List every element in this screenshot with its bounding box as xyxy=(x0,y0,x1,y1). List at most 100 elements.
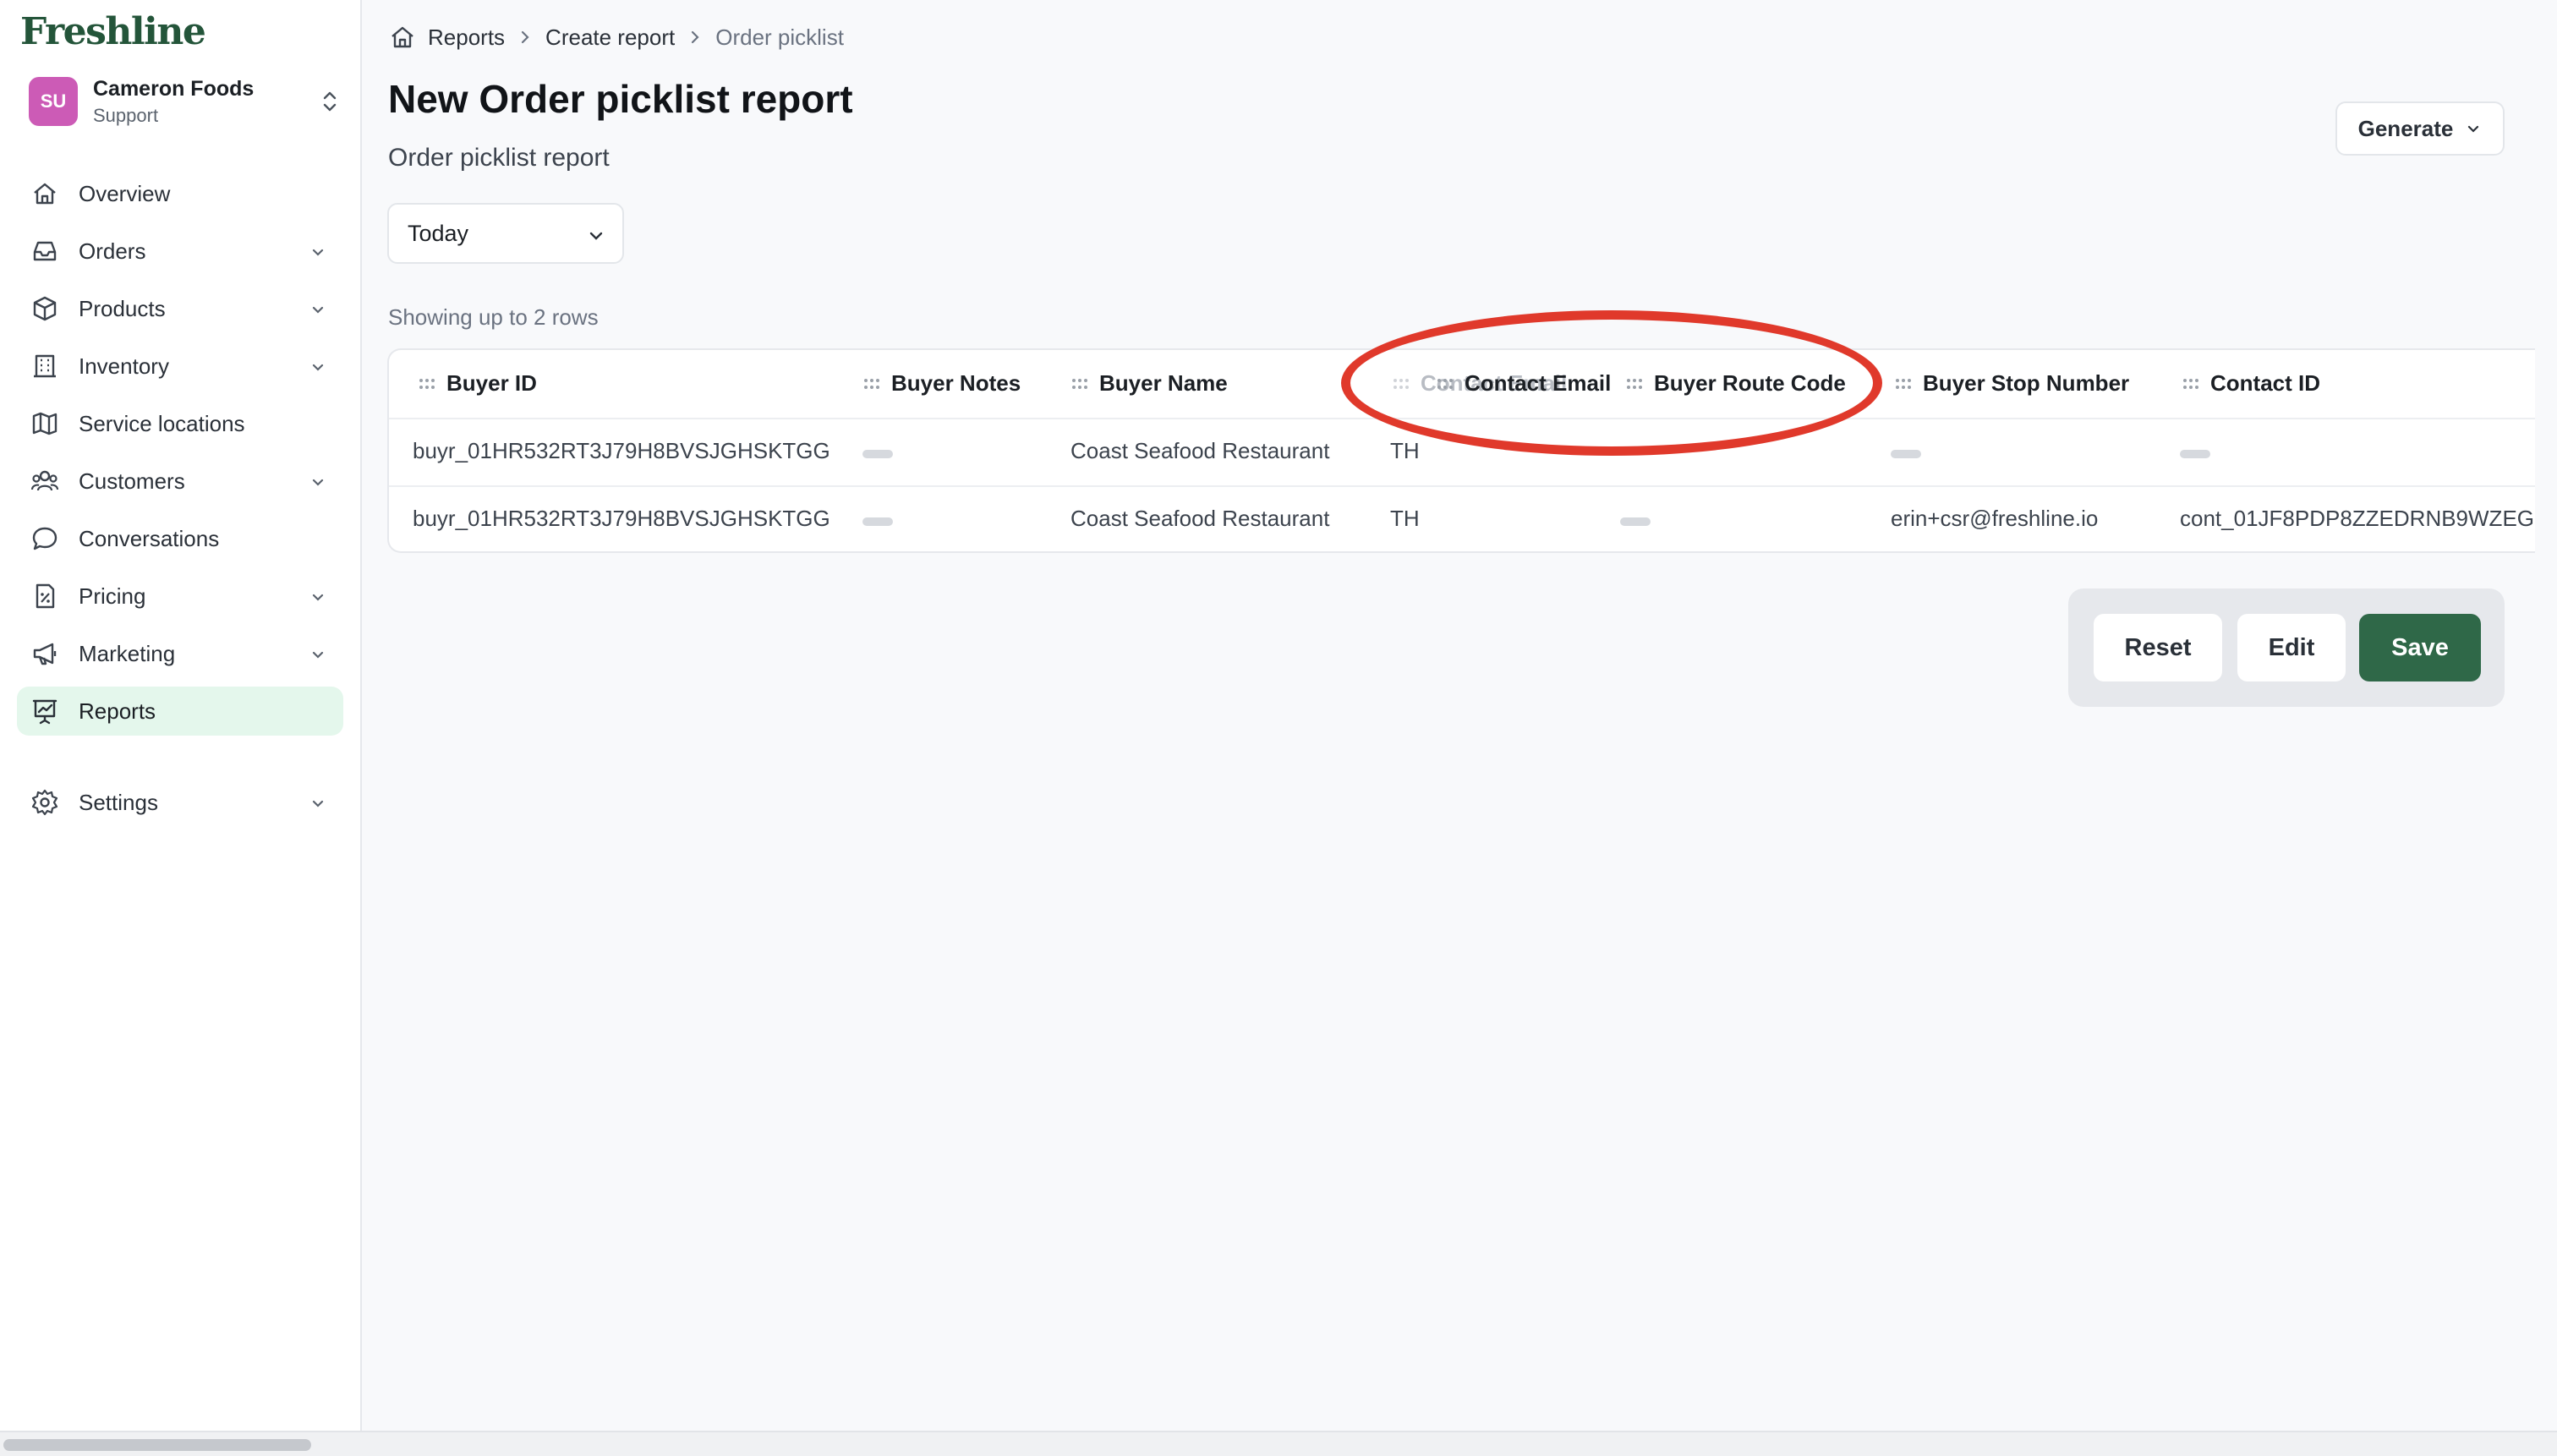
sidebar-item-label: Products xyxy=(79,295,166,321)
edit-button[interactable]: Edit xyxy=(2237,614,2346,681)
chart-icon xyxy=(32,699,57,725)
cell-route-code: TH xyxy=(1390,506,1420,531)
column-label: Buyer Notes xyxy=(891,370,1021,396)
chevron-down-icon xyxy=(312,651,324,659)
date-range-select[interactable]: Today xyxy=(387,203,624,264)
org-info: Cameron Foods Support xyxy=(93,77,254,127)
inbox-icon xyxy=(33,241,57,261)
cell-route-code: TH xyxy=(1390,438,1420,463)
sidebar: Freshline SU Cameron Foods Support Overv… xyxy=(0,0,362,1431)
chevron-down-icon xyxy=(312,249,324,256)
building-icon xyxy=(34,354,56,378)
sidebar-item-label: Orders xyxy=(79,238,146,264)
generate-label: Generate xyxy=(2357,115,2454,141)
breadcrumb-reports[interactable]: Reports xyxy=(428,25,505,51)
column-label: Buyer ID xyxy=(446,370,537,396)
chevron-down-icon xyxy=(312,479,324,486)
action-bar: Reset Edit Save xyxy=(2068,588,2505,707)
column-label: Buyer Name xyxy=(1099,370,1228,396)
save-button[interactable]: Save xyxy=(2359,614,2481,681)
column-label: Buyer Stop Number xyxy=(1923,370,2130,396)
cell-buyer-name: Coast Seafood Restaurant xyxy=(1070,506,1330,531)
sidebar-item-products[interactable]: Products xyxy=(17,284,343,333)
sidebar-item-orders[interactable]: Orders xyxy=(17,227,343,276)
page-subtitle: Order picklist report xyxy=(388,144,610,172)
sidebar-item-label: Overview xyxy=(79,180,171,206)
scrollbar-thumb[interactable] xyxy=(3,1439,311,1451)
column-label: Contact ID xyxy=(2210,370,2320,396)
sidebar-item-label: Settings xyxy=(79,789,158,815)
sidebar-item-inventory[interactable]: Inventory xyxy=(17,342,343,391)
page-title: New Order picklist report xyxy=(388,77,853,121)
sidebar-item-label: Customers xyxy=(79,468,185,494)
cell-buyer-id: buyr_01HR532RT3J79H8BVSJGHSKTGG xyxy=(413,438,830,463)
drag-handle-icon[interactable] xyxy=(1625,377,1644,391)
app-logo[interactable]: Freshline xyxy=(20,10,206,53)
reset-button[interactable]: Reset xyxy=(2094,614,2222,681)
sidebar-item-overview[interactable]: Overview xyxy=(17,169,343,218)
column-header-buyer-id[interactable]: Buyer ID xyxy=(418,370,537,397)
megaphone-icon xyxy=(33,643,57,665)
cell-buyer-name: Coast Seafood Restaurant xyxy=(1070,438,1330,463)
gear-icon xyxy=(31,789,58,816)
org-name: Cameron Foods xyxy=(93,76,255,101)
table-divider xyxy=(389,418,2535,419)
drag-handle-icon[interactable] xyxy=(1070,377,1089,391)
chevron-down-icon xyxy=(312,306,324,314)
column-header-buyer-stop-number[interactable]: Buyer Stop Number xyxy=(1894,370,2129,397)
sidebar-item-service-locations[interactable]: Service locations xyxy=(17,399,343,448)
horizontal-scrollbar[interactable] xyxy=(0,1431,2557,1456)
box-icon xyxy=(33,296,57,321)
column-header-buyer-route-code[interactable]: Buyer Route Code xyxy=(1625,370,1846,397)
column-header-contact-email-dragging[interactable]: Contact Email xyxy=(1436,370,1611,397)
date-range-value: Today xyxy=(408,220,469,246)
sidebar-item-settings[interactable]: Settings xyxy=(17,778,343,827)
cell-contact-id: cont_01JF8PDP8ZZEDRNB9WZEG7 xyxy=(2180,506,2535,531)
chevron-up-down-icon xyxy=(323,91,337,112)
breadcrumb-create-report[interactable]: Create report xyxy=(545,25,675,51)
column-label: Buyer Route Code xyxy=(1654,370,1846,396)
sidebar-item-pricing[interactable]: Pricing xyxy=(17,572,343,621)
users-icon xyxy=(30,470,59,491)
empty-cell-indicator xyxy=(2180,450,2210,458)
drag-handle-icon[interactable] xyxy=(862,377,881,391)
table-divider xyxy=(389,485,2535,487)
chevron-down-icon xyxy=(589,232,603,240)
generate-button[interactable]: Generate xyxy=(2335,101,2505,156)
home-icon xyxy=(34,183,56,205)
breadcrumb: Reports Create report Order picklist xyxy=(389,22,844,52)
org-avatar: SU xyxy=(29,77,78,126)
sidebar-item-conversations[interactable]: Conversations xyxy=(17,514,343,563)
drag-handle-icon xyxy=(1393,378,1409,389)
cell-buyer-id: buyr_01HR532RT3J79H8BVSJGHSKTGG xyxy=(413,506,830,531)
org-switcher[interactable]: SU Cameron Foods Support xyxy=(29,76,340,127)
sidebar-item-label: Pricing xyxy=(79,583,146,609)
column-label: Contact Email xyxy=(1465,370,1612,396)
sidebar-item-label: Reports xyxy=(79,698,156,724)
sidebar-item-label: Conversations xyxy=(79,525,220,551)
sidebar-item-reports[interactable]: Reports xyxy=(17,687,343,736)
sidebar-item-marketing[interactable]: Marketing xyxy=(17,629,343,678)
chevron-down-icon xyxy=(2468,125,2479,133)
column-header-buyer-name[interactable]: Buyer Name xyxy=(1070,370,1228,397)
drag-handle-icon[interactable] xyxy=(1894,377,1913,391)
column-header-contact-id[interactable]: Contact ID xyxy=(2182,370,2320,397)
breadcrumb-order-picklist: Order picklist xyxy=(715,24,844,50)
report-table: Buyer ID Buyer Notes Buyer Name Contact … xyxy=(387,348,2535,553)
empty-cell-indicator xyxy=(1891,450,1921,458)
chevron-down-icon xyxy=(312,800,324,807)
column-header-buyer-notes[interactable]: Buyer Notes xyxy=(862,370,1021,397)
chat-bubble-icon xyxy=(32,527,57,550)
home-icon[interactable] xyxy=(389,24,416,51)
drag-handle-icon[interactable] xyxy=(2182,377,2200,391)
sidebar-item-label: Service locations xyxy=(79,410,245,436)
row-count-text: Showing up to 2 rows xyxy=(388,304,599,330)
empty-cell-indicator xyxy=(1620,517,1651,526)
empty-cell-indicator xyxy=(862,450,893,458)
org-role: Support xyxy=(93,104,159,126)
map-icon xyxy=(32,412,57,435)
drag-handle-icon[interactable] xyxy=(418,377,436,391)
sidebar-item-label: Marketing xyxy=(79,640,176,666)
drag-handle-icon[interactable] xyxy=(1436,377,1454,391)
sidebar-item-customers[interactable]: Customers xyxy=(17,457,343,506)
